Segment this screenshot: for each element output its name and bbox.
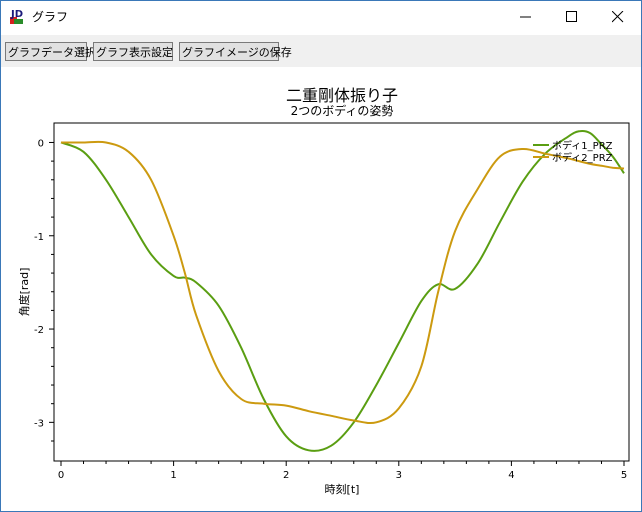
graph-display-settings-button[interactable]: グラフ表示設定 [93,42,173,61]
window-title: グラフ [32,10,69,24]
toolbar: グラフデータ選択 グラフ表示設定 グラフイメージの保存 [1,35,641,67]
x-tick-label: 3 [396,470,402,481]
chart-subtitle: 2つのボディの姿勢 [291,103,394,118]
maximize-button[interactable] [549,1,595,33]
minimize-icon [520,16,531,18]
legend-label-1: ボディ1_PRZ [552,139,613,152]
x-tick-label: 5 [621,470,627,481]
y-tick-label: -3 [34,418,44,429]
legend-label-2: ボディ2_PRZ [552,151,613,164]
plot-area [53,122,630,462]
line-chart: 二重剛体振り子 2つのボディの姿勢 時刻[t] 角度[rad] 0 1 2 3 4 5 0 -… [17,86,630,496]
minimize-button[interactable] [503,1,549,33]
y-tick-label: -2 [34,325,44,336]
chart-title: 二重剛体振り子 [286,86,398,105]
maximize-icon [566,11,577,22]
close-button[interactable] [595,1,641,33]
x-tick-label: 1 [170,470,176,481]
graph-window: JD グラフ グラフデータ選択 グラフ表示設定 グラフイメージの保存 二重剛体振… [0,0,642,512]
x-tick-label: 2 [283,470,289,481]
y-tick-label: -1 [34,232,44,243]
y-tick-label: 0 [38,138,44,149]
y-axis-label: 角度[rad] [17,268,31,317]
save-graph-image-button[interactable]: グラフイメージの保存 [179,42,292,61]
app-icon: JD [10,9,23,24]
x-tick-label: 0 [58,470,64,481]
title-bar: JD グラフ [1,1,641,33]
svg-text:JD: JD [10,9,23,20]
x-tick-label: 4 [508,470,514,481]
close-icon [612,11,624,23]
select-graph-data-button[interactable]: グラフデータ選択 [5,42,96,61]
x-axis-label: 時刻[t] [325,482,360,496]
